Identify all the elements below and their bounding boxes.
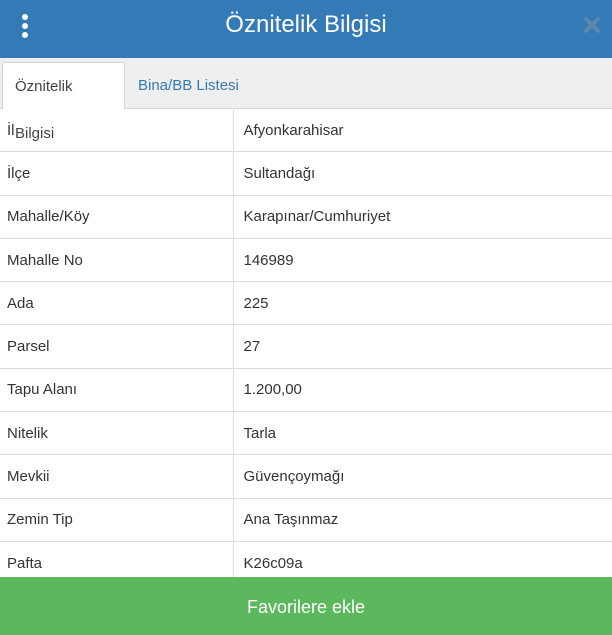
attribute-key: Nitelik [0, 411, 234, 456]
table-row: İlçe Sultandağı [0, 151, 612, 196]
table-row: Mahalle No 146989 [0, 238, 612, 283]
table-row: Ada 225 [0, 281, 612, 326]
table-row: Zemin Tip Ana Taşınmaz [0, 498, 612, 542]
table-row: Tapu Alanı 1.200,00 [0, 368, 612, 413]
attribute-key: Ada [0, 281, 234, 326]
attribute-value: 225 [233, 281, 612, 326]
attribute-value: 146989 [233, 238, 612, 283]
attribute-value: Afyonkarahisar [233, 109, 612, 153]
tab-bar: Öznitelik Bilgisi Bina/BB Listesi [0, 58, 612, 142]
attribute-value: 1.200,00 [233, 368, 612, 413]
attribute-value: Sultandağı [233, 151, 612, 196]
attribute-key: İl [0, 109, 234, 153]
table-row: Nitelik Tarla [0, 411, 612, 456]
table-row: Mahalle/Köy Karapınar/Cumhuriyet [0, 195, 612, 239]
panel-title: Öznitelik Bilgisi [225, 11, 387, 38]
attribute-key: Mahalle/Köy [0, 195, 234, 239]
attribute-key: Parsel [0, 324, 234, 369]
tab-building-list[interactable]: Bina/BB Listesi [126, 62, 251, 109]
table-row: Parsel 27 [0, 324, 612, 369]
attribute-value: 27 [233, 324, 612, 369]
attribute-value: Ana Taşınmaz [233, 498, 612, 542]
tab-attribute-info[interactable]: Öznitelik Bilgisi [2, 62, 125, 142]
attribute-key: Tapu Alanı [0, 368, 234, 413]
attribute-value: Tarla [233, 411, 612, 456]
attribute-key: İlçe [0, 151, 234, 196]
attribute-key: Mahalle No [0, 238, 234, 283]
table-row: İl Afyonkarahisar [0, 109, 612, 153]
panel-header: Öznitelik Bilgisi [0, 0, 612, 58]
close-icon[interactable] [582, 14, 602, 36]
attribute-value: Güvençoymağı [233, 454, 612, 499]
add-to-favorites-button[interactable]: Favorilere ekle [0, 577, 612, 635]
table-row: Mevkii Güvençoymağı [0, 454, 612, 499]
attribute-panel: Öznitelik Bilgisi Öznitelik Bilgisi Bina… [0, 0, 612, 635]
attribute-key: Mevkii [0, 454, 234, 499]
attribute-table: İl Afyonkarahisar İlçe Sultandağı Mahall… [0, 109, 612, 586]
attribute-key: Zemin Tip [0, 498, 234, 542]
attribute-value: Karapınar/Cumhuriyet [233, 195, 612, 239]
